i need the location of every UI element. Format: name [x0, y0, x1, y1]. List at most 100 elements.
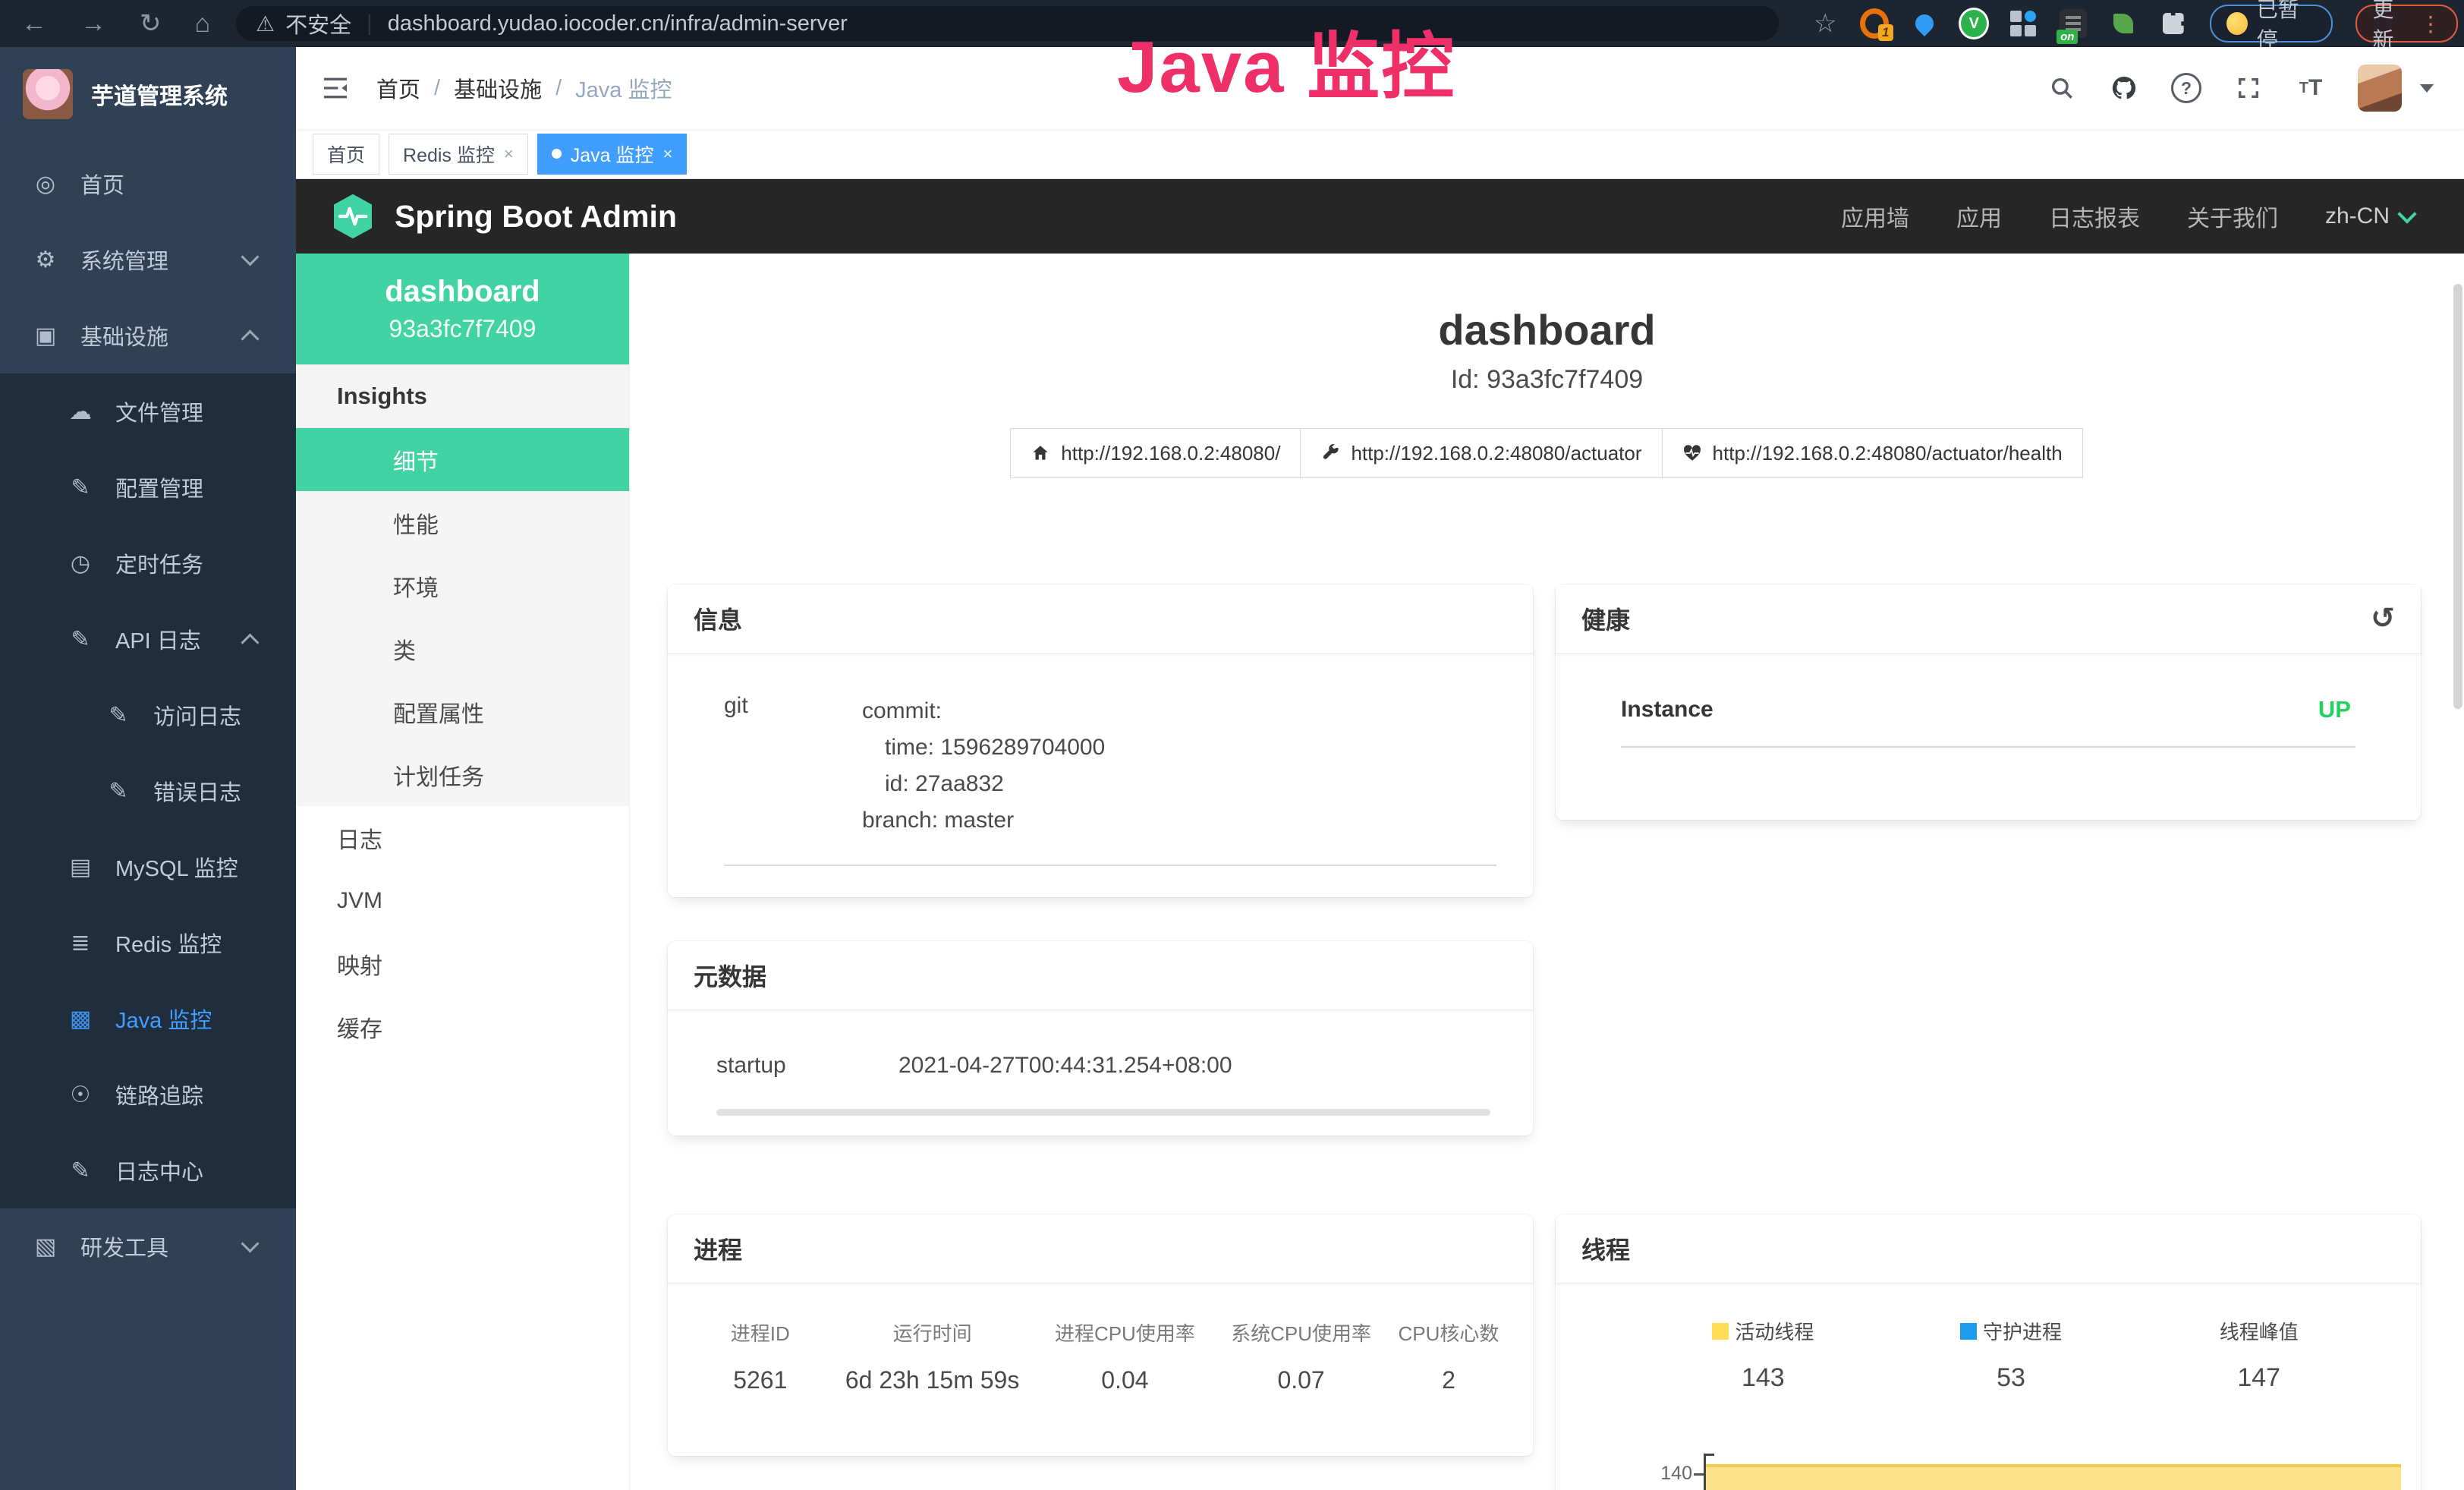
process-header-cpu: 进程CPU使用率	[1035, 1318, 1216, 1347]
y-tick-140: 140	[1624, 1463, 1692, 1485]
forward-icon[interactable]: →	[80, 9, 106, 39]
process-table: 进程ID 5261 运行时间 6d 23h 15m 59s 进程CPU使用率 0…	[668, 1284, 1533, 1394]
info-card: 信息 git commit: time: 1596289704000 id: 2…	[668, 584, 1533, 897]
sidebar-item-java[interactable]: ▩ Java 监控	[0, 981, 296, 1057]
sidebar-item-dev-tools[interactable]: ▧ 研发工具	[0, 1208, 296, 1284]
side-item-details[interactable]: 细节	[296, 428, 629, 491]
threads-card-title: 线程	[1556, 1214, 2421, 1284]
metadata-card: 元数据 startup 2021-04-27T00:44:31.254+08:0…	[668, 941, 1533, 1136]
history-icon[interactable]: ↺	[2371, 604, 2395, 633]
font-size-icon[interactable]: TT	[2296, 73, 2326, 103]
insights-group-label: Insights	[296, 364, 629, 428]
actuator-url-button[interactable]: http://192.168.0.2:48080/actuator	[1300, 428, 1662, 478]
metadata-key: startup	[716, 1053, 898, 1079]
avatar[interactable]	[2358, 65, 2402, 112]
app-logo-row[interactable]: 芋道管理系统	[0, 47, 296, 141]
side-item-classes[interactable]: 类	[296, 617, 629, 680]
search-icon[interactable]	[2047, 73, 2077, 103]
on-badge: on	[2056, 30, 2078, 44]
sidebar-item-trace[interactable]: ☉ 链路追踪	[0, 1057, 296, 1132]
sidebar-item-home[interactable]: ◎ 首页	[0, 146, 296, 222]
service-url-button[interactable]: http://192.168.0.2:48080/	[1010, 428, 1301, 478]
info-key: git	[724, 693, 862, 839]
sidebar-item-log-center[interactable]: ✎ 日志中心	[0, 1132, 296, 1208]
hamburger-icon[interactable]	[320, 73, 351, 103]
extension-switch-icon[interactable]: on	[2060, 9, 2087, 38]
extension-green-icon[interactable]: V	[1961, 10, 1987, 37]
close-icon[interactable]: ×	[504, 144, 514, 164]
process-value-cpu: 0.04	[1035, 1366, 1216, 1394]
sidebar-item-file[interactable]: ☁ 文件管理	[0, 373, 296, 449]
update-button[interactable]: 更新 ⋮	[2355, 5, 2458, 43]
sba-brand[interactable]: Spring Boot Admin	[329, 193, 677, 240]
tag-home[interactable]: 首页	[313, 134, 379, 175]
row-separator	[716, 1109, 1490, 1116]
tag-java[interactable]: Java 监控 ×	[537, 134, 688, 175]
sidebar-item-mysql[interactable]: ▤ MySQL 监控	[0, 829, 296, 905]
bookmark-star-icon[interactable]: ☆	[1814, 8, 1836, 39]
extension-badge: 1	[1878, 24, 1893, 41]
process-header-cores: CPU核心数	[1387, 1318, 1510, 1347]
security-label: 不安全	[285, 8, 351, 39]
side-item-jvm[interactable]: JVM	[296, 869, 629, 932]
sidebar-item-redis[interactable]: ≣ Redis 监控	[0, 905, 296, 981]
side-item-mappings[interactable]: 映射	[296, 932, 629, 995]
chevron-down-icon	[2397, 204, 2416, 223]
side-item-environment[interactable]: 环境	[296, 554, 629, 617]
github-icon[interactable]	[2109, 73, 2139, 103]
side-item-scheduled-tasks[interactable]: 计划任务	[296, 743, 629, 806]
extension-puzzle-icon[interactable]	[2160, 9, 2187, 38]
health-url-button[interactable]: http://192.168.0.2:48080/actuator/health	[1662, 428, 2083, 478]
sba-nav-wallboard[interactable]: 应用墙	[1841, 200, 1909, 233]
sidebar-item-config[interactable]: ✎ 配置管理	[0, 449, 296, 525]
breadcrumb-infra[interactable]: 基础设施	[454, 72, 542, 104]
health-card: 健康 ↺ Instance UP	[1556, 584, 2421, 820]
extension-orange-icon[interactable]: 1	[1860, 9, 1889, 38]
browser-menu-icon[interactable]: ⋮	[2420, 11, 2441, 36]
address-bar[interactable]: ⚠ 不安全 | dashboard.yudao.iocoder.cn/infra…	[236, 6, 1779, 41]
process-header-uptime: 运行时间	[830, 1318, 1035, 1347]
chevron-down-icon	[241, 247, 259, 266]
info-card-title: 信息	[668, 584, 1533, 654]
omnibox-divider: |	[367, 11, 373, 36]
browser-nav: ← → ↻ ⌂	[0, 8, 210, 39]
tag-redis[interactable]: Redis 监控 ×	[389, 134, 528, 175]
metadata-card-title: 元数据	[668, 941, 1533, 1010]
side-item-caches[interactable]: 缓存	[296, 995, 629, 1058]
chevron-up-icon	[241, 633, 259, 651]
side-item-config-props[interactable]: 配置属性	[296, 680, 629, 743]
sidebar-item-access-log[interactable]: ✎ 访问日志	[0, 677, 296, 753]
sidebar-item-error-log[interactable]: ✎ 错误日志	[0, 753, 296, 829]
reload-icon[interactable]: ↻	[140, 8, 162, 39]
home-icon[interactable]: ⌂	[195, 9, 211, 39]
info-value: commit: time: 1596289704000 id: 27aa832 …	[862, 693, 1105, 839]
avatar-caret-icon[interactable]	[2420, 84, 2434, 93]
extension-leaf-icon[interactable]	[2110, 9, 2137, 38]
wrench-icon	[1320, 443, 1340, 463]
sba-nav-applications[interactable]: 应用	[1956, 200, 2002, 233]
extension-grid-icon[interactable]	[2009, 9, 2037, 38]
sidebar-item-job[interactable]: ◷ 定时任务	[0, 525, 296, 601]
sidebar-item-infra[interactable]: ▣ 基础设施	[0, 298, 296, 373]
legend-label-live: 活动线程	[1735, 1317, 1814, 1345]
paused-badge[interactable]: 已暂停	[2210, 5, 2333, 43]
page-scrollbar[interactable]	[2453, 284, 2462, 709]
back-icon[interactable]: ←	[21, 9, 47, 39]
breadcrumb-home[interactable]: 首页	[376, 72, 420, 104]
url-text: dashboard.yudao.iocoder.cn/infra/admin-s…	[388, 11, 848, 36]
active-dot	[552, 149, 562, 159]
legend-label-daemon: 守护进程	[1983, 1317, 2062, 1345]
close-icon[interactable]: ×	[663, 144, 673, 164]
locale-select[interactable]: zh-CN	[2325, 203, 2414, 229]
sidebar-item-system[interactable]: ⚙ 系统管理	[0, 222, 296, 298]
sba-nav-journal[interactable]: 日志报表	[2049, 200, 2140, 233]
fullscreen-icon[interactable]	[2233, 73, 2264, 103]
side-item-metrics[interactable]: 性能	[296, 491, 629, 554]
help-icon[interactable]: ?	[2171, 73, 2201, 103]
side-item-logs[interactable]: 日志	[296, 806, 629, 869]
browser-actions: ☆ 1 V on 已暂停 更新 ⋮	[1814, 5, 2464, 43]
sba-navbar: Spring Boot Admin 应用墙 应用 日志报表 关于我们 zh-CN	[296, 179, 2464, 254]
extension-pin-icon[interactable]	[1912, 9, 1939, 38]
sidebar-item-api-log[interactable]: ✎ API 日志	[0, 601, 296, 677]
sba-nav-about[interactable]: 关于我们	[2187, 200, 2278, 233]
